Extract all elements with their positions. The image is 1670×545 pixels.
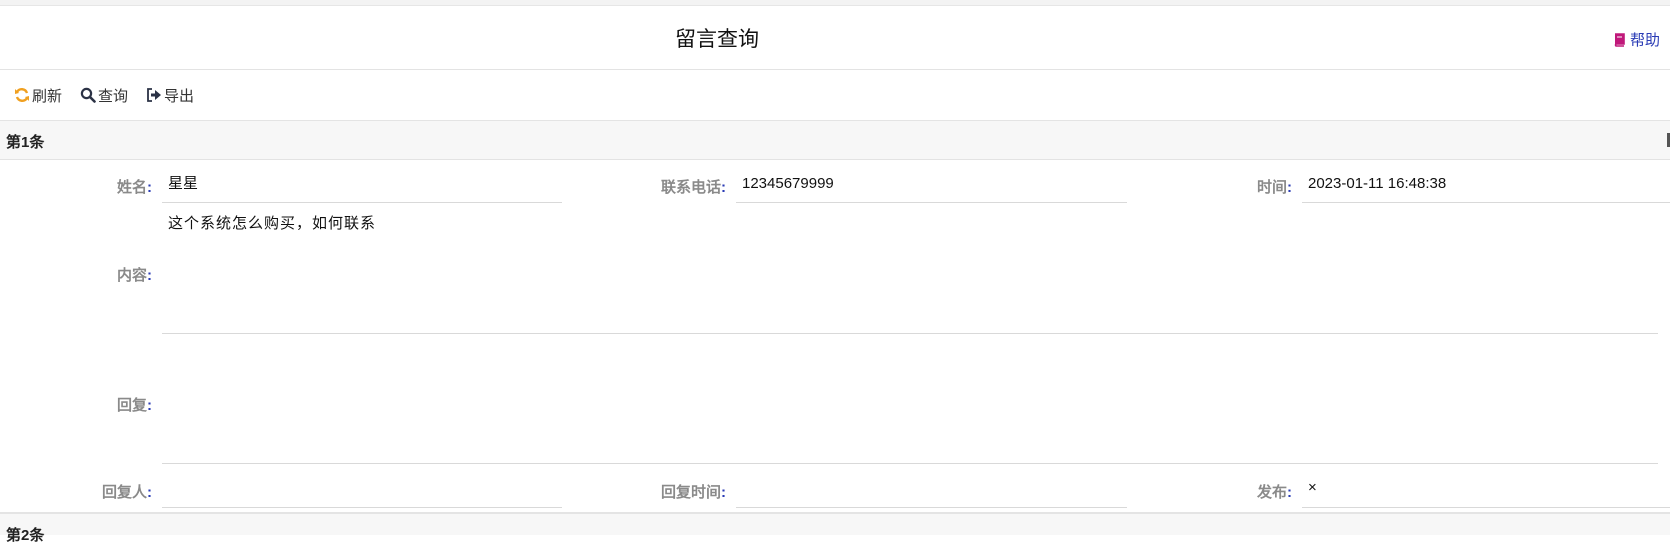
record-heading-label: 第2条 bbox=[6, 527, 45, 544]
export-label: 导出 bbox=[164, 87, 195, 105]
reply-time-field bbox=[736, 470, 1127, 508]
content-label: 内容: bbox=[116, 267, 152, 284]
reply-field bbox=[162, 335, 1658, 464]
refresh-label: 刷新 bbox=[32, 87, 63, 105]
help-label: 帮助 bbox=[1629, 32, 1660, 49]
toolbar: 刷新 查询 导出 bbox=[0, 70, 1670, 122]
record-heading[interactable]: 第1条 bbox=[0, 121, 1670, 160]
content-field: 这个系统怎么购买，如何联系 bbox=[162, 204, 1658, 334]
time-field: 2023-01-11 16:48:38 bbox=[1302, 165, 1670, 203]
time-label: 时间: bbox=[1256, 179, 1292, 196]
name-field: 星星 bbox=[162, 165, 562, 203]
refresh-button[interactable]: 刷新 bbox=[14, 85, 62, 106]
publish-field: × bbox=[1302, 470, 1670, 508]
phone-label: 联系电话: bbox=[660, 179, 726, 196]
page-header: 留言查询 帮助 bbox=[0, 6, 1670, 70]
query-label: 查询 bbox=[98, 87, 129, 105]
publish-label: 发布: bbox=[1256, 484, 1292, 501]
name-label: 姓名: bbox=[116, 179, 152, 196]
replier-label: 回复人: bbox=[101, 484, 152, 501]
reply-time-label: 回复时间: bbox=[660, 484, 726, 501]
page-title: 留言查询 bbox=[675, 28, 759, 51]
reply-label: 回复: bbox=[116, 397, 152, 414]
export-icon bbox=[146, 87, 164, 103]
record-heading-label: 第1条 bbox=[6, 134, 45, 151]
export-button[interactable]: 导出 bbox=[146, 85, 194, 106]
refresh-icon bbox=[14, 87, 32, 103]
search-icon bbox=[80, 87, 98, 103]
query-button[interactable]: 查询 bbox=[80, 85, 128, 106]
help-link[interactable]: 帮助 bbox=[1612, 29, 1660, 50]
book-icon bbox=[1612, 32, 1626, 47]
replier-field bbox=[162, 470, 562, 508]
phone-field: 12345679999 bbox=[736, 165, 1127, 203]
record-heading[interactable]: 第2条 bbox=[0, 512, 1670, 544]
